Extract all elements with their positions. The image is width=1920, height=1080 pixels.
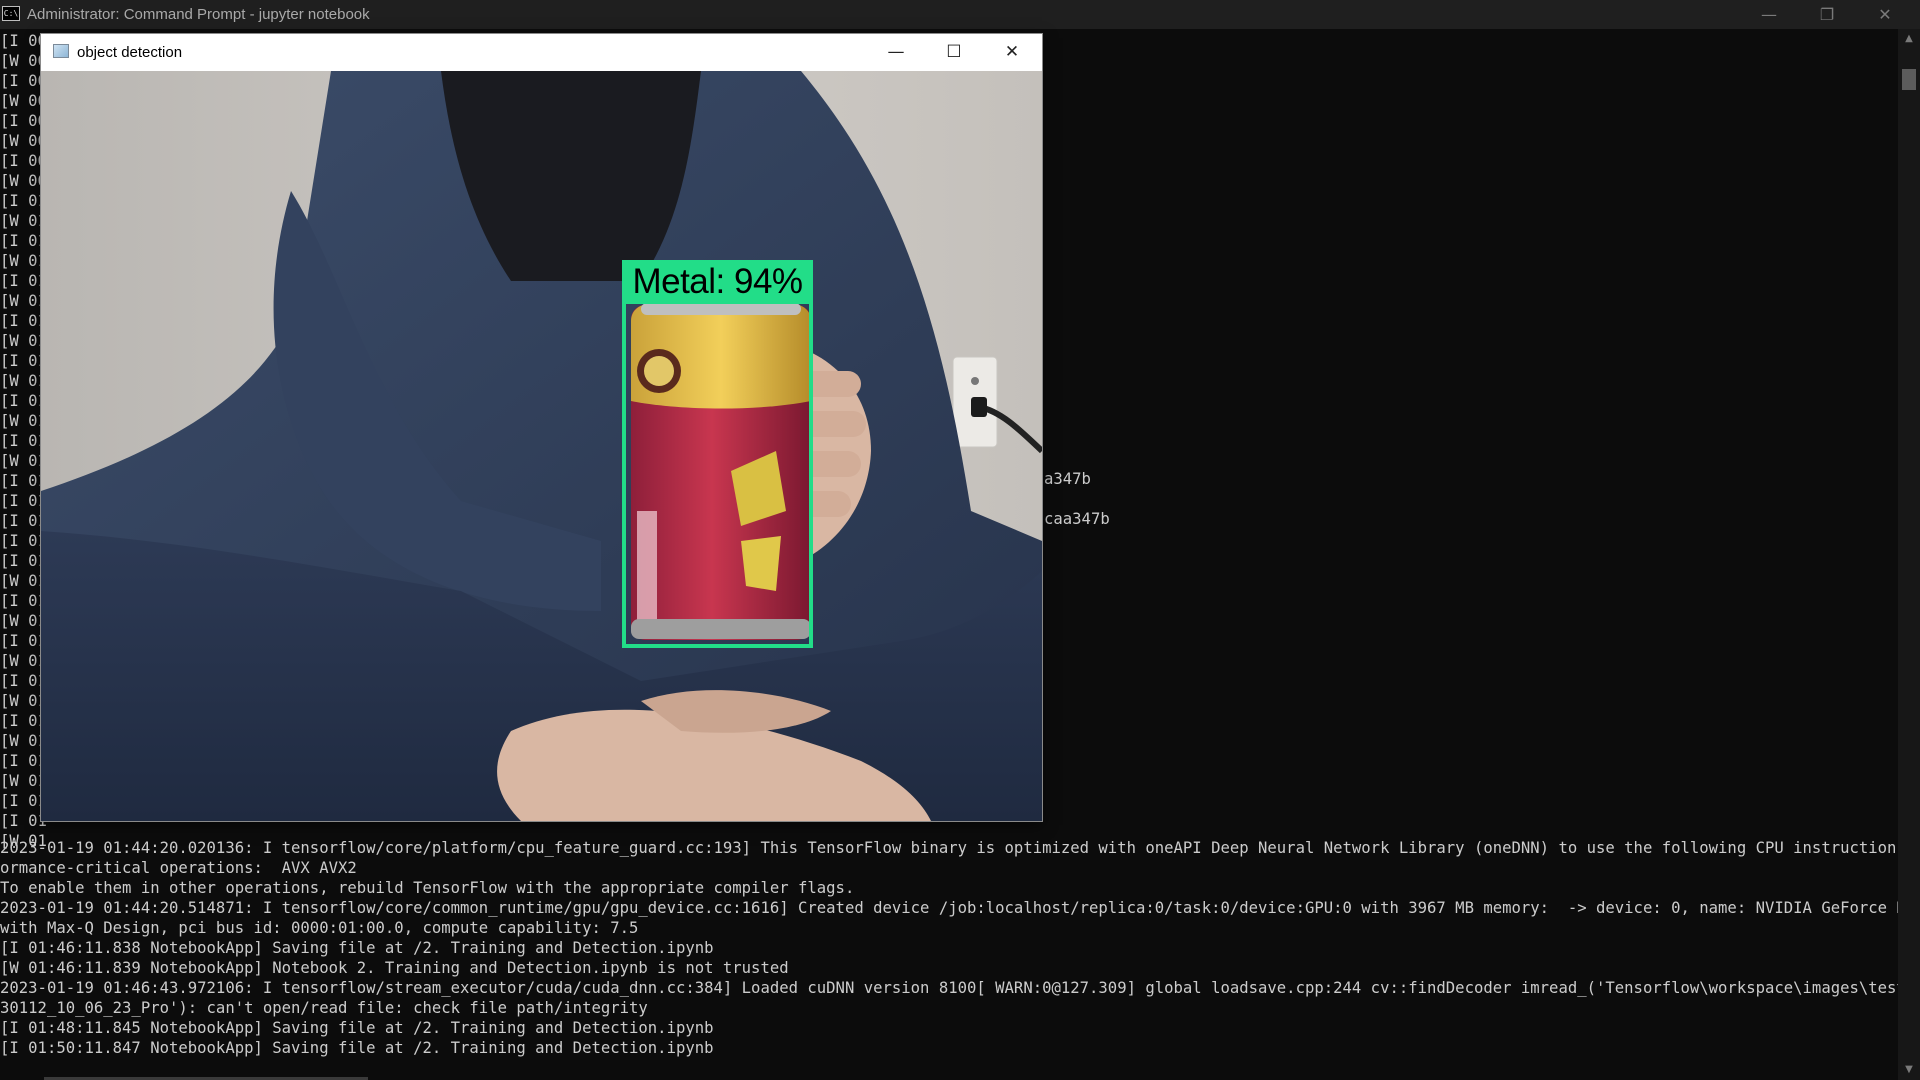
console-log: 2023-01-19 01:44:20.020136: I tensorflow… bbox=[0, 838, 1898, 1058]
console-line-prefix: [I 00 bbox=[0, 32, 47, 50]
console-line-prefix: [W 01 bbox=[0, 252, 47, 270]
console-line-prefix: [W 01 bbox=[0, 772, 47, 790]
detection-label: Metal: 94% bbox=[622, 260, 813, 302]
console-log-line: [W 01:46:11.839 NotebookApp] Notebook 2.… bbox=[0, 959, 789, 977]
console-line-prefix: [W 01 bbox=[0, 412, 47, 430]
console-line-prefix: [I 01 bbox=[0, 632, 47, 650]
console-line-prefix: [I 01 bbox=[0, 352, 47, 370]
console-line-prefix: [W 01 bbox=[0, 452, 47, 470]
console-line-prefix: [W 01 bbox=[0, 332, 47, 350]
console-fragment: caa347b bbox=[1044, 510, 1110, 528]
console-line-prefix: [W 00 bbox=[0, 132, 47, 150]
console-log-line: 2023-01-19 01:46:43.972106: I tensorflow… bbox=[0, 979, 1898, 997]
app-window-icon bbox=[53, 44, 69, 58]
console-log-line: 2023-01-19 01:44:20.020136: I tensorflow… bbox=[0, 839, 1898, 857]
console-line-prefix: [I 01 bbox=[0, 712, 47, 730]
object-detection-window[interactable]: object detection — ☐ ✕ Metal: 94% bbox=[41, 34, 1042, 821]
console-line-prefix: [W 00 bbox=[0, 92, 47, 110]
console-line-prefix: [W 01 bbox=[0, 212, 47, 230]
console-titlebar[interactable]: C:\ Administrator: Command Prompt - jupy… bbox=[0, 0, 1920, 29]
console-line-prefix: [I 00 bbox=[0, 72, 47, 90]
console-line-prefix: [I 01 bbox=[0, 812, 47, 830]
console-line-prefix: [I 01 bbox=[0, 532, 47, 550]
console-line-prefix: [I 01 bbox=[0, 312, 47, 330]
console-log-line: [I 01:46:11.838 NotebookApp] Saving file… bbox=[0, 939, 714, 957]
console-window-title: Administrator: Command Prompt - jupyter … bbox=[27, 6, 370, 23]
console-line-prefix: [I 01 bbox=[0, 752, 47, 770]
console-close-button[interactable]: ✕ bbox=[1856, 0, 1914, 29]
console-log-line: 30112_10_06_23_Pro'): can't open/read fi… bbox=[0, 999, 648, 1017]
console-log-line: 2023-01-19 01:44:20.514871: I tensorflow… bbox=[0, 899, 1898, 917]
console-line-prefix: [I 00 bbox=[0, 112, 47, 130]
console-log-line: [I 01:50:11.847 NotebookApp] Saving file… bbox=[0, 1039, 714, 1057]
console-line-prefix: [I 01 bbox=[0, 552, 47, 570]
console-log-line: with Max-Q Design, pci bus id: 0000:01:0… bbox=[0, 919, 639, 937]
webcam-frame: Metal: 94% bbox=[41, 71, 1042, 821]
console-line-prefix: [I 01 bbox=[0, 432, 47, 450]
console-line-prefix: [I 01 bbox=[0, 672, 47, 690]
console-line-prefix: [W 00 bbox=[0, 172, 47, 190]
console-line-prefix: [W 01 bbox=[0, 692, 47, 710]
console-log-line: To enable them in other operations, rebu… bbox=[0, 879, 855, 897]
console-line-prefix: [W 01 bbox=[0, 372, 47, 390]
console-line-prefix: [I 01 bbox=[0, 592, 47, 610]
console-line-prefix: [I 01 bbox=[0, 472, 47, 490]
vertical-scrollbar[interactable]: ▲ ▼ bbox=[1898, 29, 1920, 1080]
console-line-prefix: [W 00 bbox=[0, 52, 47, 70]
cv-close-button[interactable]: ✕ bbox=[983, 34, 1041, 71]
console-line-prefix: [I 01 bbox=[0, 512, 47, 530]
console-log-line: [I 01:48:11.845 NotebookApp] Saving file… bbox=[0, 1019, 714, 1037]
console-line-prefix: [W 01 bbox=[0, 572, 47, 590]
console-restore-button[interactable]: ❐ bbox=[1798, 0, 1856, 29]
console-line-prefix: [I 01 bbox=[0, 792, 47, 810]
console-line-prefix: [W 01 bbox=[0, 732, 47, 750]
console-minimize-button[interactable]: — bbox=[1740, 0, 1798, 29]
console-line-prefix: [W 01 bbox=[0, 612, 47, 630]
console-line-prefix: [I 00 bbox=[0, 152, 47, 170]
console-line-prefix: [I 01 bbox=[0, 492, 47, 510]
scrollbar-thumb[interactable] bbox=[1902, 69, 1916, 90]
console-line-prefix: [W 01 bbox=[0, 292, 47, 310]
console-line-prefix: [I 01 bbox=[0, 232, 47, 250]
cv-window-title: object detection bbox=[77, 44, 183, 61]
cmd-icon: C:\ bbox=[2, 6, 20, 21]
scroll-up-arrow-icon[interactable]: ▲ bbox=[1898, 29, 1920, 49]
console-line-prefix: [I 01 bbox=[0, 392, 47, 410]
cv-minimize-button[interactable]: — bbox=[867, 34, 925, 71]
cv-maximize-button[interactable]: ☐ bbox=[925, 34, 983, 71]
cv-window-titlebar[interactable]: object detection — ☐ ✕ bbox=[41, 34, 1042, 71]
console-fragment: a347b bbox=[1044, 470, 1091, 488]
detection-bounding-box bbox=[622, 300, 813, 648]
console-line-prefix: [I 01 bbox=[0, 272, 47, 290]
console-log-line: ormance-critical operations: AVX AVX2 bbox=[0, 859, 357, 877]
webcam-scene-image bbox=[41, 71, 1042, 821]
console-line-prefix: [W 01 bbox=[0, 652, 47, 670]
console-left-column: [I 00 [W 00 [I 00 [W 00 [I 00 [W 00 [I 00 [W 00… bbox=[0, 31, 47, 851]
scroll-down-arrow-icon[interactable]: ▼ bbox=[1898, 1060, 1920, 1080]
console-line-prefix: [I 01 bbox=[0, 192, 47, 210]
